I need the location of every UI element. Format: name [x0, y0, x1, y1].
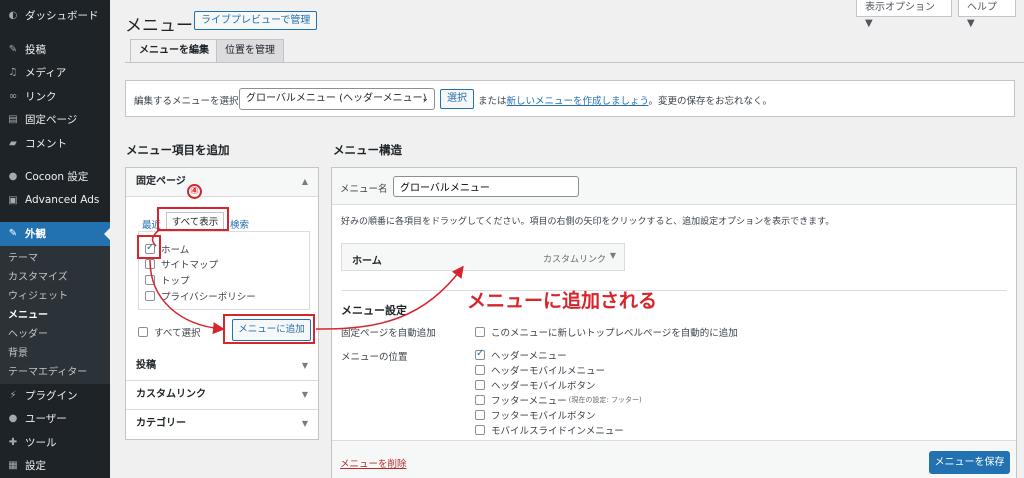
arrow-tab-to-checkbox: [151, 228, 161, 247]
annotation-arrows: [149, 228, 464, 335]
arrow-button-to-item: [315, 265, 464, 330]
arrow-checkbox-to-button: [149, 259, 225, 335]
